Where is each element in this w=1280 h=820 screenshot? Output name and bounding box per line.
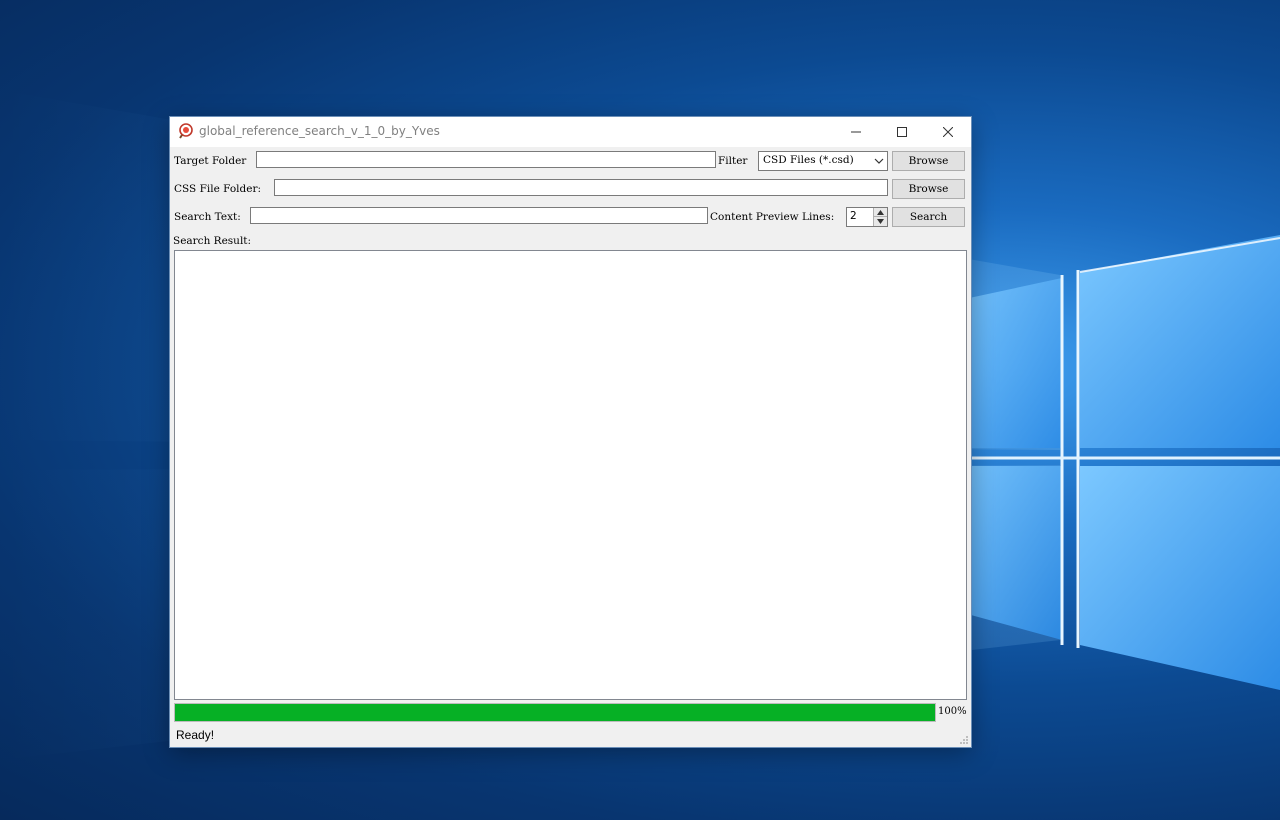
target-folder-label: Target Folder: [174, 155, 247, 167]
search-text-input[interactable]: [250, 207, 708, 224]
search-text-label: Search Text:: [174, 211, 241, 223]
minimize-icon: [851, 131, 861, 133]
window-title: global_reference_search_v_1_0_by_Yves: [199, 124, 440, 138]
target-folder-input[interactable]: [256, 151, 716, 168]
maximize-icon: [897, 127, 907, 137]
chevron-down-icon: [874, 158, 884, 164]
filter-label: Filter: [718, 155, 748, 167]
css-folder-input[interactable]: [274, 179, 888, 196]
maximize-button[interactable]: [879, 117, 925, 147]
browse-target-button[interactable]: Browse: [892, 151, 965, 171]
filter-select[interactable]: CSD Files (*.csd): [758, 151, 888, 171]
preview-lines-label: Content Preview Lines:: [710, 211, 835, 223]
close-button[interactable]: [925, 117, 971, 147]
title-bar[interactable]: global_reference_search_v_1_0_by_Yves: [170, 117, 971, 147]
app-window: global_reference_search_v_1_0_by_Yves Ta…: [170, 117, 971, 747]
progress-bar-fill: [175, 704, 935, 721]
browse-css-button[interactable]: Browse: [892, 179, 965, 199]
close-icon: [943, 127, 953, 137]
resize-grip-icon[interactable]: [959, 735, 969, 745]
search-result-textarea[interactable]: [174, 250, 967, 700]
minimize-button[interactable]: [833, 117, 879, 147]
preview-lines-spinbox[interactable]: 2: [846, 207, 888, 227]
progress-bar: [174, 703, 936, 722]
spin-up-button[interactable]: [873, 208, 887, 217]
spin-down-button[interactable]: [873, 217, 887, 226]
preview-lines-value: 2: [850, 210, 857, 222]
spin-up-icon: [877, 209, 884, 215]
search-result-label: Search Result:: [173, 235, 252, 247]
spin-down-icon: [877, 219, 884, 224]
progress-percent: 100%: [938, 706, 967, 717]
filter-selected-value: CSD Files (*.csd): [763, 154, 854, 166]
app-logo-icon: [179, 123, 193, 139]
search-button[interactable]: Search: [892, 207, 965, 227]
status-text: Ready!: [176, 728, 215, 742]
css-folder-label: CSS File Folder:: [174, 183, 262, 195]
